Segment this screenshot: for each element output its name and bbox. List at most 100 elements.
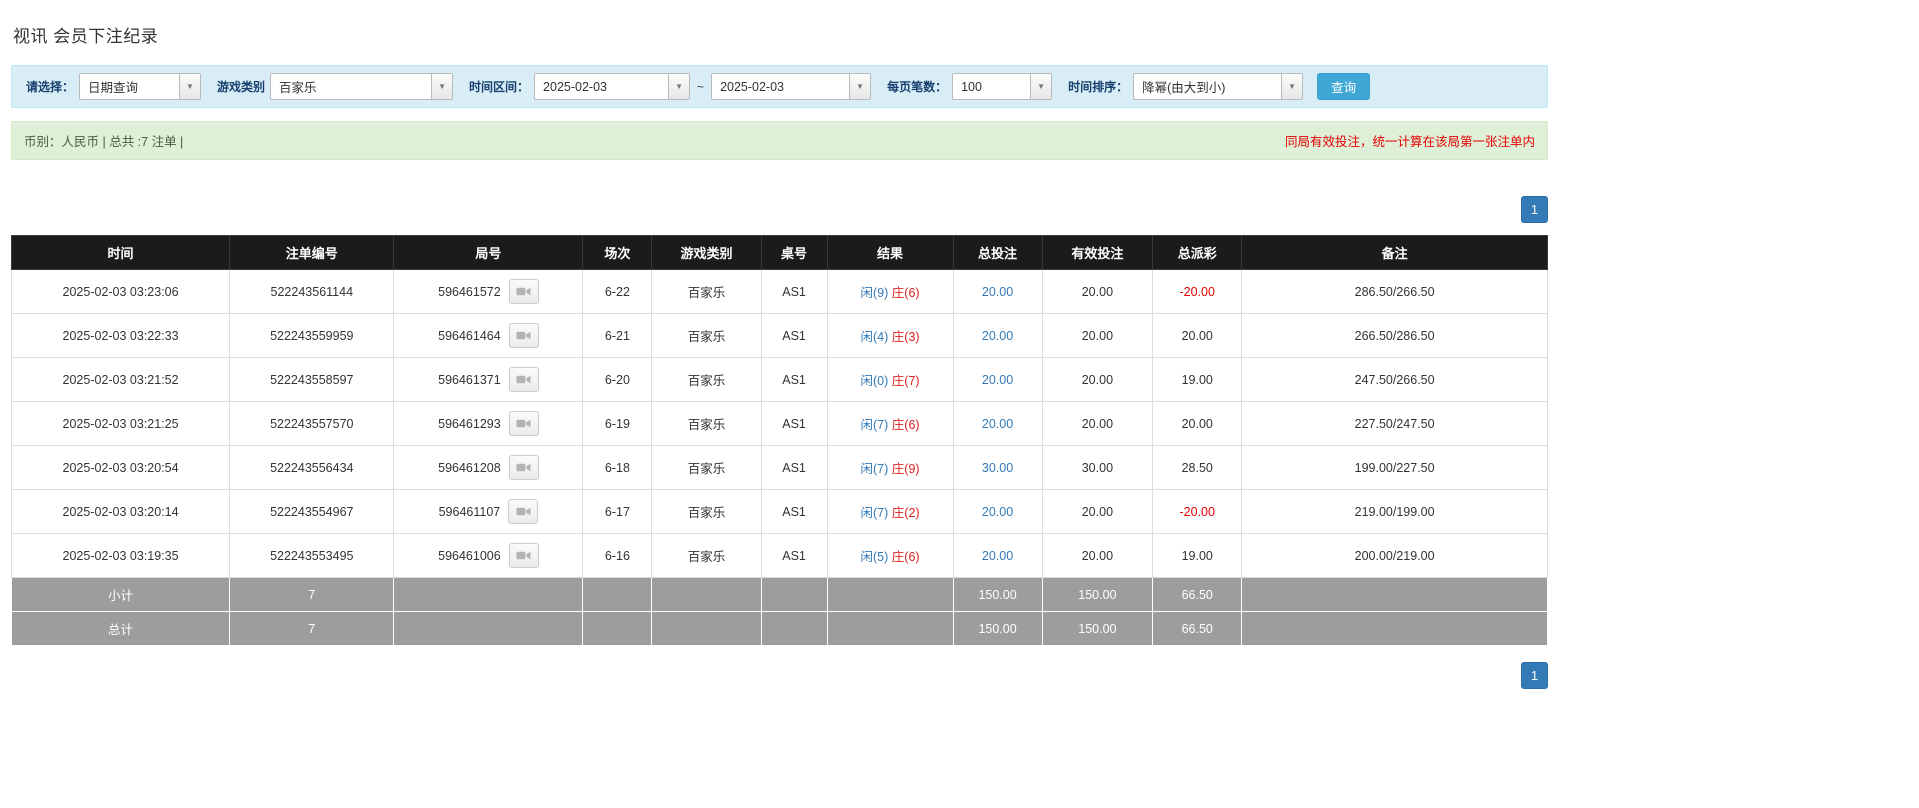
banker-result: 庄(6) (891, 286, 920, 300)
valid-bet-cell: 20.00 (1041, 269, 1154, 314)
time-sort-label: 时间排序： (1068, 80, 1129, 94)
select-type-value: 日期查询 (88, 81, 139, 95)
chevron-down-icon[interactable]: ▼ (668, 74, 690, 99)
session-cell: 6-17 (582, 489, 653, 534)
round-cell: 596461371 (393, 357, 584, 402)
table-no-cell: AS1 (760, 269, 828, 314)
valid-bet-cell: 20.00 (1041, 357, 1154, 402)
chevron-down-icon[interactable]: ▼ (849, 74, 871, 99)
date-range-label: 时间区间： (469, 80, 530, 94)
date-to-value: 2025-02-03 (720, 79, 785, 94)
table-row: 2025-02-03 03:23:06 522243561144 596461572… (10, 269, 1548, 314)
chevron-down-icon[interactable]: ▼ (179, 74, 201, 99)
table-row: 2025-02-03 03:22:33 522243559959 596461464… (10, 313, 1548, 358)
time-sort-combobox[interactable]: 降幂(由大到小) ▼ (1133, 73, 1304, 100)
bet-id-cell: 522243558597 (229, 357, 395, 402)
payout-value: 20.00 (1181, 328, 1213, 343)
total-bet-cell[interactable]: 30.00 (952, 445, 1043, 490)
empty-cell (1241, 611, 1548, 646)
grand-total-count: 7 (229, 611, 395, 646)
select-type-combobox[interactable]: 日期查询 ▼ (79, 73, 202, 100)
player-result: 闲(7) (860, 418, 889, 432)
video-replay-button[interactable] (508, 367, 539, 392)
total-bet-link[interactable]: 20.00 (982, 329, 1013, 343)
game-type-cell: 百家乐 (651, 357, 762, 402)
date-from-combobox[interactable]: 2025-02-03 ▼ (534, 73, 691, 100)
valid-bet-cell: 20.00 (1041, 401, 1154, 446)
empty-cell (582, 577, 653, 612)
video-camera-icon (516, 287, 531, 296)
page-1-button[interactable]: 1 (1521, 196, 1548, 223)
remark-cell: 200.00/219.00 (1241, 533, 1548, 578)
table-row: 2025-02-03 03:21:25 522243557570 596461293… (10, 401, 1548, 446)
total-bet-cell[interactable]: 20.00 (952, 489, 1043, 534)
total-bet-link[interactable]: 20.00 (982, 285, 1013, 299)
total-bet-link[interactable]: 20.00 (982, 373, 1013, 387)
video-replay-button[interactable] (508, 499, 539, 524)
video-replay-button[interactable] (508, 455, 539, 480)
remark-cell: 286.50/266.50 (1241, 269, 1548, 314)
payout-cell: -20.00 (1152, 269, 1243, 314)
empty-cell (1241, 577, 1548, 612)
total-bet-cell[interactable]: 20.00 (952, 357, 1043, 402)
empty-cell (651, 577, 762, 612)
game-type-cell: 百家乐 (651, 401, 762, 446)
video-replay-button[interactable] (508, 543, 539, 568)
round-id: 596461293 (438, 416, 501, 431)
round-id: 596461572 (438, 284, 501, 299)
table-no-cell: AS1 (760, 401, 828, 446)
total-bet-cell[interactable]: 20.00 (952, 313, 1043, 358)
empty-cell (826, 611, 954, 646)
chevron-down-icon[interactable]: ▼ (431, 74, 453, 99)
payout-cell: -20.00 (1152, 489, 1243, 534)
video-camera-icon (516, 507, 531, 516)
round-id: 596461107 (438, 504, 501, 519)
bet-id-cell: 522243559959 (229, 313, 395, 358)
total-bet-cell[interactable]: 20.00 (952, 269, 1043, 314)
chevron-down-icon[interactable]: ▼ (1030, 74, 1052, 99)
column-header: 总派彩 (1152, 235, 1243, 270)
date-from-value: 2025-02-03 (543, 79, 607, 94)
total-bet-cell[interactable]: 20.00 (952, 401, 1043, 446)
search-button[interactable]: 查询 (1317, 73, 1371, 100)
currency-summary: 币别：人民币 | 总共 :7 注单 | (24, 135, 184, 149)
total-bet-link[interactable]: 30.00 (982, 461, 1013, 475)
video-replay-button[interactable] (508, 279, 539, 304)
payout-cell: 28.50 (1152, 445, 1243, 490)
empty-cell (826, 577, 954, 612)
game-type-combobox[interactable]: 百家乐 ▼ (270, 73, 454, 100)
payout-cell: 19.00 (1152, 533, 1243, 578)
table-no-cell: AS1 (760, 357, 828, 402)
session-cell: 6-22 (582, 269, 653, 314)
column-header: 游戏类别 (651, 235, 762, 270)
total-bet-link[interactable]: 20.00 (982, 417, 1013, 431)
total-bet-link[interactable]: 20.00 (982, 549, 1013, 563)
player-result: 闲(4) (860, 330, 889, 344)
game-type-cell: 百家乐 (651, 533, 762, 578)
valid-bet-cell: 20.00 (1041, 489, 1154, 534)
round-id: 596461464 (438, 328, 501, 343)
game-type-cell: 百家乐 (651, 445, 762, 490)
date-to-combobox[interactable]: 2025-02-03 ▼ (711, 73, 872, 100)
column-header: 局号 (393, 235, 584, 270)
grand-total-valid-bet: 150.00 (1041, 611, 1154, 646)
video-replay-button[interactable] (508, 323, 539, 348)
date-range-separator: ~ (697, 79, 705, 94)
total-bet-cell[interactable]: 20.00 (952, 533, 1043, 578)
table-no-cell: AS1 (760, 313, 828, 358)
total-bet-link[interactable]: 20.00 (982, 505, 1013, 519)
round-cell: 596461006 (393, 533, 584, 578)
time-cell: 2025-02-03 03:22:33 (10, 313, 231, 358)
game-type-label: 游戏类别 (217, 80, 266, 94)
session-cell: 6-16 (582, 533, 653, 578)
column-header: 结果 (826, 235, 954, 270)
column-header: 有效投注 (1041, 235, 1154, 270)
page-1-button[interactable]: 1 (1521, 662, 1548, 689)
result-cell: 闲(9) 庄(6) (826, 269, 954, 314)
page-size-combobox[interactable]: 100 ▼ (952, 73, 1053, 100)
table-row: 2025-02-03 03:19:35 522243553495 596461006… (10, 533, 1548, 578)
video-replay-button[interactable] (508, 411, 539, 436)
time-cell: 2025-02-03 03:20:54 (10, 445, 231, 490)
chevron-down-icon[interactable]: ▼ (1281, 74, 1303, 99)
table-no-cell: AS1 (760, 489, 828, 534)
